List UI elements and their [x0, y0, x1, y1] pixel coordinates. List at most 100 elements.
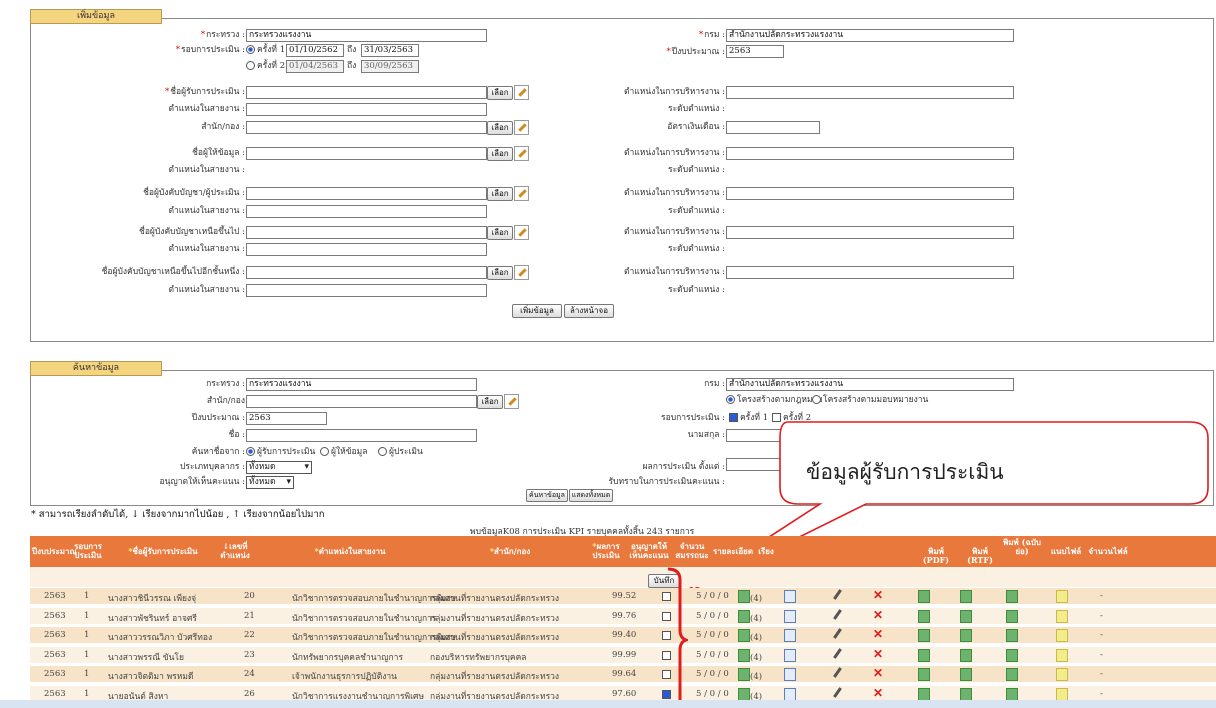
add-data-button[interactable]: เพิ่มข้อมูล — [512, 304, 562, 318]
col-round[interactable]: รอบการประเมิน — [74, 542, 102, 560]
informant-select-button[interactable]: เลือก — [487, 147, 513, 161]
supervisor-admin-position-input[interactable] — [726, 187, 1014, 200]
round1-from-input[interactable]: 01/10/2562 — [286, 44, 344, 57]
col-office[interactable]: *สำนัก/กอง — [450, 547, 570, 556]
personnel-type-select[interactable]: ทั้งหมด — [246, 461, 312, 474]
order-icon[interactable] — [784, 648, 796, 662]
print-part-icon[interactable] — [1006, 687, 1018, 701]
print-part-icon[interactable] — [1006, 609, 1018, 623]
delete-icon[interactable]: ✕ — [873, 627, 883, 641]
search-office-select-button[interactable]: เลือก — [477, 395, 503, 409]
order-icon[interactable] — [784, 609, 796, 623]
search-tab[interactable]: ค้นหาข้อมูล — [30, 361, 162, 376]
col-rtf[interactable]: พิมพ์ (RTF) — [960, 547, 1000, 565]
budget-year-input[interactable]: 2563 — [726, 45, 784, 58]
col-year[interactable]: ปีงบประมาณ — [32, 547, 77, 556]
order-icon[interactable] — [784, 687, 796, 701]
detail-icon[interactable] — [738, 609, 750, 623]
order-icon[interactable] — [784, 629, 796, 642]
round1-to-input[interactable]: 31/03/2563 — [361, 44, 419, 57]
office-input[interactable] — [246, 121, 487, 134]
admin-position-input[interactable] — [726, 86, 1014, 99]
supervisor-select-button[interactable]: เลือก — [487, 187, 513, 201]
attach-file-icon[interactable] — [1056, 629, 1068, 642]
edit-icon[interactable] — [504, 394, 519, 409]
detail-icon[interactable] — [738, 590, 750, 603]
delete-icon[interactable]: ✕ — [873, 666, 883, 680]
search-dept-input[interactable]: สำนักงานปลัดกระทรวงแรงงาน — [726, 378, 1014, 391]
dept-input[interactable]: สำนักงานปลัดกระทรวงแรงงาน — [726, 29, 1014, 42]
col-attach[interactable]: แนบไฟล์ — [1046, 547, 1086, 556]
ministry-input[interactable]: กระทรวงแรงงาน — [246, 29, 487, 42]
pdf-icon[interactable] — [918, 629, 930, 642]
col-file-count[interactable]: จำนวนไฟล์ — [1088, 547, 1128, 556]
edit-icon[interactable] — [514, 85, 529, 100]
col-position[interactable]: *ตำแหน่งในสายงาน — [270, 547, 430, 556]
round1-radio[interactable]: ครั้งที่ 1 — [246, 44, 285, 56]
attach-file-icon[interactable] — [1056, 590, 1068, 603]
higher-supervisor2-input[interactable] — [246, 266, 487, 279]
edit-icon[interactable] — [514, 225, 529, 240]
order-icon[interactable] — [784, 668, 796, 681]
office-select-button[interactable]: เลือก — [487, 121, 513, 135]
col-competency[interactable]: จำนวนสมรรถนะ — [674, 542, 710, 560]
edit-pencil-icon[interactable] — [833, 628, 842, 639]
col-score[interactable]: *ผลการประเมิน — [586, 542, 626, 560]
structure-law-radio[interactable]: โครงสร้างตามกฎหมาย — [726, 394, 822, 406]
higher-supervisor-input[interactable] — [246, 226, 487, 239]
edit-icon[interactable] — [514, 186, 529, 201]
pdf-icon[interactable] — [918, 668, 930, 681]
higher-supervisor2-admin-position-input[interactable] — [726, 266, 1014, 279]
evaluatee-select-button[interactable]: เลือก — [487, 86, 513, 100]
supervisor-input[interactable] — [246, 187, 487, 200]
higher-supervisor-line-position-input[interactable] — [246, 243, 487, 256]
line-position-input[interactable] — [246, 103, 487, 116]
rtf-icon[interactable] — [960, 668, 972, 681]
print-part-icon[interactable] — [1006, 590, 1018, 603]
higher-supervisor-select-button[interactable]: เลือก — [487, 226, 513, 240]
rtf-icon[interactable] — [960, 590, 972, 603]
opt-evaluatee-radio[interactable]: ผู้รับการประเมิน — [246, 446, 315, 458]
higher-supervisor2-select-button[interactable]: เลือก — [487, 266, 513, 280]
rtf-icon[interactable] — [960, 648, 972, 662]
opt-informant-radio[interactable]: ผู้ให้ข้อมูล — [320, 446, 367, 458]
edit-icon[interactable] — [514, 146, 529, 161]
pdf-icon[interactable] — [918, 590, 930, 603]
rtf-icon[interactable] — [960, 687, 972, 701]
rtf-icon[interactable] — [960, 629, 972, 642]
informant-input[interactable] — [246, 147, 487, 160]
attach-file-icon[interactable] — [1056, 668, 1068, 681]
supervisor-line-position-input[interactable] — [246, 205, 487, 218]
edit-pencil-icon[interactable] — [833, 608, 842, 620]
allow-score-select[interactable]: ทั้งหมด — [246, 476, 294, 489]
delete-icon[interactable]: ✕ — [873, 647, 883, 661]
detail-icon[interactable] — [738, 668, 750, 681]
pdf-icon[interactable] — [918, 648, 930, 662]
edit-icon[interactable] — [514, 120, 529, 135]
search-office-input[interactable] — [246, 395, 477, 408]
col-detail[interactable]: รายละเอียด — [712, 547, 754, 556]
delete-icon[interactable]: ✕ — [873, 608, 883, 622]
structure-assign-radio[interactable]: โครงสร้างตามมอบหมายงาน — [812, 394, 928, 406]
round2-from-input[interactable]: 01/04/2563 — [286, 60, 344, 73]
attach-file-icon[interactable] — [1056, 687, 1068, 701]
col-pos-no[interactable]: ↓เลขที่ตำแหน่ง — [216, 542, 254, 560]
clear-screen-button[interactable]: ล้างหน้าจอ — [564, 304, 614, 318]
show-all-button[interactable]: แสดงทั้งหมด — [569, 489, 613, 502]
add-data-tab[interactable]: เพิ่มข้อมูล — [30, 9, 162, 24]
delete-icon[interactable]: ✕ — [873, 588, 883, 602]
detail-icon[interactable] — [738, 687, 750, 701]
attach-file-icon[interactable] — [1056, 648, 1068, 662]
print-part-icon[interactable] — [1006, 629, 1018, 642]
salary-rate-input[interactable] — [726, 121, 820, 134]
print-part-icon[interactable] — [1006, 668, 1018, 681]
col-order[interactable]: เรียง — [756, 547, 776, 556]
search-name-input[interactable] — [246, 429, 477, 442]
higher-supervisor-admin-position-input[interactable] — [726, 226, 1014, 239]
pdf-icon[interactable] — [918, 609, 930, 623]
edit-icon[interactable] — [514, 265, 529, 280]
informant-admin-position-input[interactable] — [726, 147, 1014, 160]
evaluatee-input[interactable] — [246, 86, 487, 99]
attach-file-icon[interactable] — [1056, 609, 1068, 623]
round2-to-input[interactable]: 30/09/2563 — [361, 60, 419, 73]
